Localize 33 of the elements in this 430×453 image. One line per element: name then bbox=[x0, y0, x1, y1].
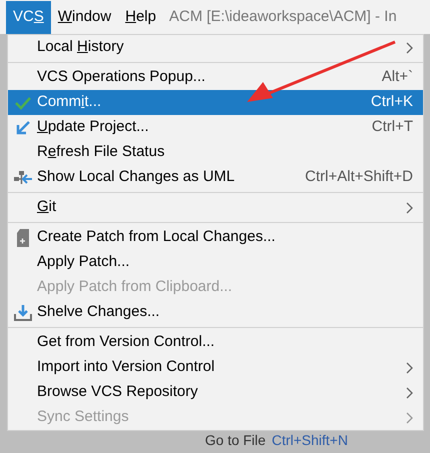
menu-item[interactable]: Commit... Ctrl+K bbox=[8, 90, 423, 115]
hint-shortcut: Ctrl+Shift+N bbox=[272, 432, 348, 448]
arrow-icon bbox=[14, 120, 30, 136]
chevron-right-icon bbox=[406, 362, 413, 374]
menu-bar-item[interactable]: Help bbox=[118, 0, 164, 34]
chevron-right-icon bbox=[406, 386, 413, 398]
menu-item[interactable]: Show Local Changes as UML Ctrl+Alt+Shift+D bbox=[8, 165, 423, 190]
hint-text: Go to File bbox=[205, 432, 266, 448]
chevron-right-icon bbox=[406, 412, 413, 424]
menu-bar-item[interactable]: Window bbox=[50, 0, 118, 34]
menu-item[interactable]: Shelve Changes... bbox=[8, 300, 423, 325]
menu-item[interactable]: Local History bbox=[8, 35, 423, 60]
chevron-right-icon bbox=[406, 42, 413, 54]
menu-item[interactable]: Import into Version Control bbox=[8, 355, 423, 380]
menu-item[interactable]: Refresh File Status bbox=[8, 140, 423, 165]
document-icon bbox=[16, 228, 30, 246]
shortcut-text: Ctrl+T bbox=[372, 117, 413, 138]
window-title: ACM [E:\ideaworkspace\ACM] - In bbox=[169, 6, 397, 27]
shortcut-text: Ctrl+K bbox=[370, 92, 413, 112]
chevron-right-icon bbox=[406, 202, 413, 214]
download-tray-icon bbox=[12, 304, 32, 322]
check-icon bbox=[14, 94, 32, 110]
menu-item[interactable]: Update Project... Ctrl+T bbox=[8, 115, 423, 140]
menu-item[interactable]: VCS Operations Popup... Alt+` bbox=[8, 65, 423, 90]
shortcut-text: Ctrl+Alt+Shift+D bbox=[305, 167, 413, 188]
menu-item[interactable]: Create Patch from Local Changes... bbox=[8, 225, 423, 250]
menu-item[interactable]: Git bbox=[8, 195, 423, 220]
menu-item[interactable]: Apply Patch... bbox=[8, 250, 423, 275]
menu-bar-item[interactable]: VCS bbox=[6, 0, 51, 34]
diagram-icon bbox=[12, 170, 32, 186]
menu-item[interactable]: Get from Version Control... bbox=[8, 330, 423, 355]
menu-item[interactable]: Browse VCS Repository bbox=[8, 380, 423, 405]
shortcut-text: Alt+` bbox=[382, 67, 413, 88]
